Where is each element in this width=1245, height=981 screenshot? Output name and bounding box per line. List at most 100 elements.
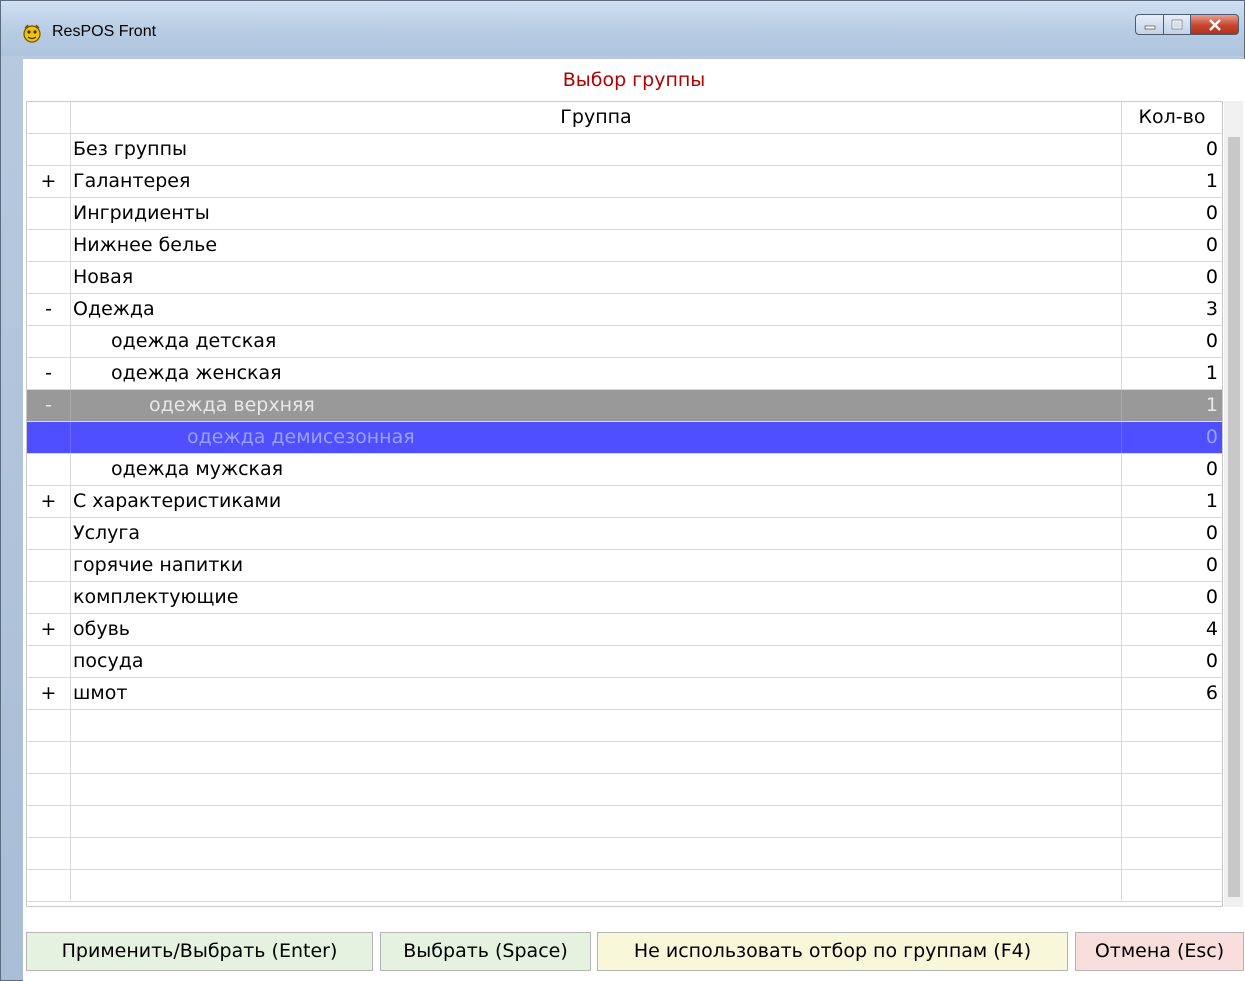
row-expander[interactable]: -: [27, 294, 71, 325]
row-qty: 0: [1205, 266, 1218, 288]
close-icon: [1208, 18, 1221, 31]
empty-cell: [27, 838, 71, 869]
row-expander[interactable]: +: [27, 614, 71, 645]
column-header-group[interactable]: Группа: [71, 102, 1122, 133]
scrollbar-thumb[interactable]: [1228, 137, 1240, 897]
row-group-name: Галантерея: [71, 166, 1122, 197]
group-tree-table[interactable]: Группа Кол-во Без группы 0 + Галантерея 1 Инг…: [26, 101, 1223, 907]
close-button[interactable]: [1191, 14, 1239, 35]
table-row[interactable]: Услуга 0: [27, 518, 1222, 550]
empty-cell: [71, 742, 1122, 773]
table-row[interactable]: комплектующие 0: [27, 582, 1222, 614]
table-row[interactable]: Ингридиенты 0: [27, 198, 1222, 230]
table-row[interactable]: одежда демисезонная 0: [27, 422, 1222, 454]
column-header-qty[interactable]: Кол-во: [1122, 102, 1222, 133]
empty-cell: [27, 774, 71, 805]
empty-cell: [1122, 742, 1222, 773]
minimize-button[interactable]: [1135, 14, 1164, 35]
empty-cell: [71, 710, 1122, 741]
empty-row: [27, 870, 1222, 902]
row-qty: 0: [1205, 586, 1218, 608]
empty-cell: [1122, 774, 1222, 805]
vertical-scrollbar[interactable]: [1224, 101, 1243, 907]
row-expander[interactable]: +: [27, 486, 71, 517]
window-title: ResPOS Front: [52, 23, 157, 40]
title-bar[interactable]: ResPOS Front: [1, 1, 1244, 56]
row-group-name: обувь: [71, 614, 1122, 645]
empty-cell: [27, 806, 71, 837]
row-expander: [27, 134, 71, 165]
no-group-filter-button[interactable]: Не использовать отбор по группам (F4): [597, 932, 1068, 971]
maximize-button[interactable]: [1164, 14, 1191, 35]
row-group-name: одежда детская: [71, 326, 1122, 357]
row-expander: [27, 646, 71, 677]
table-row[interactable]: + обувь 4: [27, 614, 1222, 646]
row-qty: 0: [1205, 234, 1218, 256]
row-expander[interactable]: -: [27, 390, 71, 421]
table-row[interactable]: - Одежда 3: [27, 294, 1222, 326]
row-group-name: шмот: [71, 678, 1122, 709]
row-expander: [27, 198, 71, 229]
empty-cell: [71, 870, 1122, 901]
empty-cell: [1122, 710, 1222, 741]
row-qty: 0: [1205, 458, 1218, 480]
row-group-name: комплектующие: [71, 582, 1122, 613]
table-row[interactable]: одежда мужская 0: [27, 454, 1222, 486]
row-expander: [27, 550, 71, 581]
table-row[interactable]: горячие напитки 0: [27, 550, 1222, 582]
empty-row: [27, 838, 1222, 870]
table-row[interactable]: посуда 0: [27, 646, 1222, 678]
button-bar: Применить/Выбрать (Enter) Выбрать (Space…: [26, 932, 1244, 972]
row-qty: 0: [1205, 330, 1218, 352]
row-qty: 0: [1205, 522, 1218, 544]
table-row[interactable]: - одежда женская 1: [27, 358, 1222, 390]
row-group-name: Ингридиенты: [71, 198, 1122, 229]
empty-cell: [71, 806, 1122, 837]
table-header: Группа Кол-во: [27, 102, 1222, 134]
table-row[interactable]: Нижнее белье 0: [27, 230, 1222, 262]
table-row[interactable]: + Галантерея 1: [27, 166, 1222, 198]
row-qty: 1: [1205, 394, 1218, 416]
row-expander: [27, 582, 71, 613]
apply-select-button[interactable]: Применить/Выбрать (Enter): [26, 932, 373, 971]
table-row[interactable]: Без группы 0: [27, 134, 1222, 166]
empty-cell: [1122, 838, 1222, 869]
dialog-title: Выбор группы: [562, 69, 706, 91]
table-row[interactable]: - одежда верхняя 1: [27, 390, 1222, 422]
row-expander: [27, 262, 71, 293]
row-group-name: одежда верхняя: [71, 390, 1122, 421]
row-expander: [27, 422, 71, 453]
row-expander: [27, 454, 71, 485]
row-group-name: одежда демисезонная: [71, 422, 1122, 453]
empty-cell: [1122, 870, 1222, 901]
row-qty: 1: [1205, 490, 1218, 512]
maximize-icon: [1171, 19, 1183, 30]
empty-cell: [27, 710, 71, 741]
app-window: ResPOS Front Выбор группы Группа Кол-во …: [0, 0, 1245, 981]
row-group-name: Услуга: [71, 518, 1122, 549]
empty-cell: [27, 742, 71, 773]
row-expander[interactable]: -: [27, 358, 71, 389]
select-button[interactable]: Выбрать (Space): [380, 932, 591, 971]
minimize-icon: [1144, 25, 1155, 29]
row-expander[interactable]: +: [27, 166, 71, 197]
table-row[interactable]: + шмот 6: [27, 678, 1222, 710]
row-qty: 0: [1205, 554, 1218, 576]
row-group-name: Новая: [71, 262, 1122, 293]
row-qty: 0: [1205, 138, 1218, 160]
empty-row: [27, 742, 1222, 774]
table-row[interactable]: одежда детская 0: [27, 326, 1222, 358]
row-qty: 1: [1205, 362, 1218, 384]
row-group-name: одежда мужская: [71, 454, 1122, 485]
row-expander: [27, 326, 71, 357]
cancel-button[interactable]: Отмена (Esc): [1075, 932, 1244, 971]
row-expander[interactable]: +: [27, 678, 71, 709]
empty-cell: [71, 774, 1122, 805]
empty-row: [27, 774, 1222, 806]
dialog-body: Выбор группы Группа Кол-во Без группы 0 + Г…: [23, 59, 1245, 981]
table-row[interactable]: Новая 0: [27, 262, 1222, 294]
row-expander: [27, 230, 71, 261]
table-row[interactable]: + С характеристиками 1: [27, 486, 1222, 518]
row-expander: [27, 518, 71, 549]
row-group-name: Одежда: [71, 294, 1122, 325]
